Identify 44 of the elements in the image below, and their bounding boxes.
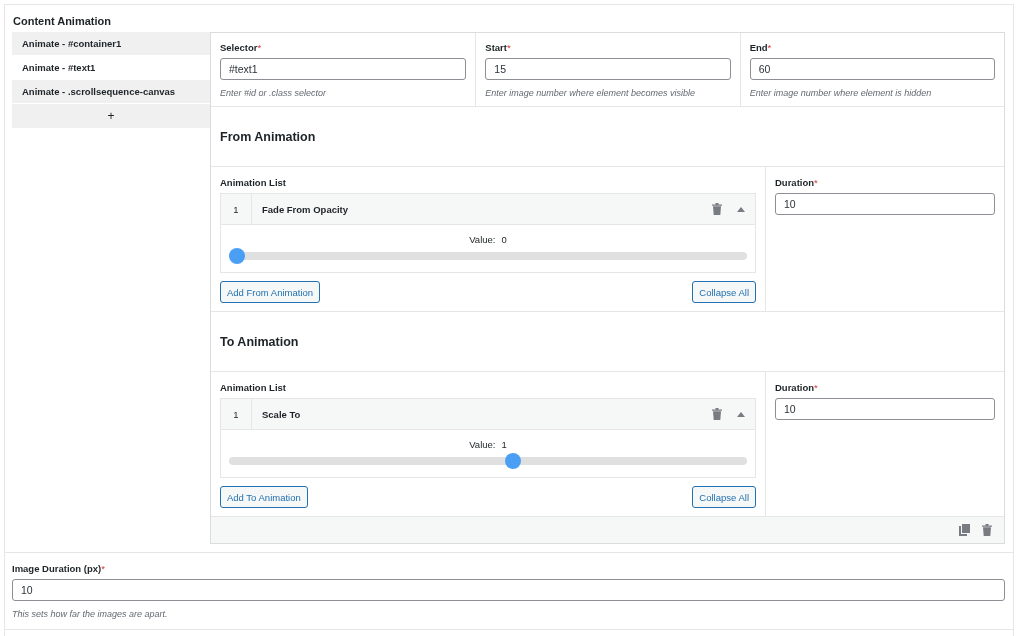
field-hint: Enter #id or .class selector bbox=[220, 88, 328, 98]
field-label: Image Duration (px)* bbox=[12, 563, 106, 574]
caret-icon[interactable] bbox=[737, 206, 745, 212]
slider[interactable] bbox=[229, 248, 747, 264]
value-reading: 0 bbox=[501, 234, 507, 245]
value-label: Value: bbox=[469, 439, 496, 450]
value-reading: 1 bbox=[501, 439, 507, 450]
field-label: End* bbox=[749, 42, 773, 53]
input-field[interactable]: 60 bbox=[749, 58, 995, 80]
input-field[interactable]: 10 bbox=[12, 579, 1005, 601]
field-label: Selector* bbox=[220, 42, 263, 53]
section-title: Content Animation bbox=[12, 14, 112, 29]
caret-icon[interactable] bbox=[737, 411, 745, 417]
field-hint: Enter image number where element is hidden bbox=[749, 88, 933, 98]
add-animation-button[interactable]: Add To Animation bbox=[220, 486, 308, 508]
item-number: 1 bbox=[221, 194, 252, 224]
input-field[interactable]: 15 bbox=[485, 58, 731, 80]
sidebar-item[interactable]: Animate - #text1 bbox=[12, 56, 210, 80]
add-animation-button[interactable]: Add From Animation bbox=[220, 281, 321, 303]
slider[interactable] bbox=[229, 453, 747, 469]
trash-icon[interactable] bbox=[982, 524, 992, 536]
list-label: Animation List bbox=[220, 382, 287, 393]
animation-name: Fade From Opacity bbox=[261, 203, 350, 215]
collapse-all-button[interactable]: Collapse All bbox=[692, 486, 756, 508]
field-label: Start* bbox=[485, 42, 512, 53]
section-heading: To Animation bbox=[220, 334, 299, 349]
slider-thumb[interactable] bbox=[229, 248, 245, 264]
copy-icon[interactable] bbox=[959, 524, 970, 536]
list-label: Animation List bbox=[220, 177, 287, 188]
input-field[interactable]: 10 bbox=[775, 398, 995, 420]
trash-icon[interactable] bbox=[712, 408, 722, 420]
trash-icon[interactable] bbox=[712, 203, 722, 215]
section-heading: From Animation bbox=[220, 129, 316, 144]
field-hint: Enter image number where element becomes visible bbox=[485, 88, 696, 98]
field-hint: This sets how far the images are apart. bbox=[12, 609, 169, 619]
slider-thumb[interactable] bbox=[505, 453, 522, 469]
item-number: 1 bbox=[221, 399, 252, 429]
collapse-all-button[interactable]: Collapse All bbox=[692, 281, 756, 303]
value-label: Value: bbox=[469, 234, 496, 245]
field-label: Duration* bbox=[775, 177, 819, 188]
animation-name: Scale To bbox=[261, 408, 302, 420]
input-field[interactable]: #text1 bbox=[220, 58, 467, 80]
input-field[interactable]: 10 bbox=[775, 193, 995, 215]
field-label: Duration* bbox=[775, 382, 819, 393]
